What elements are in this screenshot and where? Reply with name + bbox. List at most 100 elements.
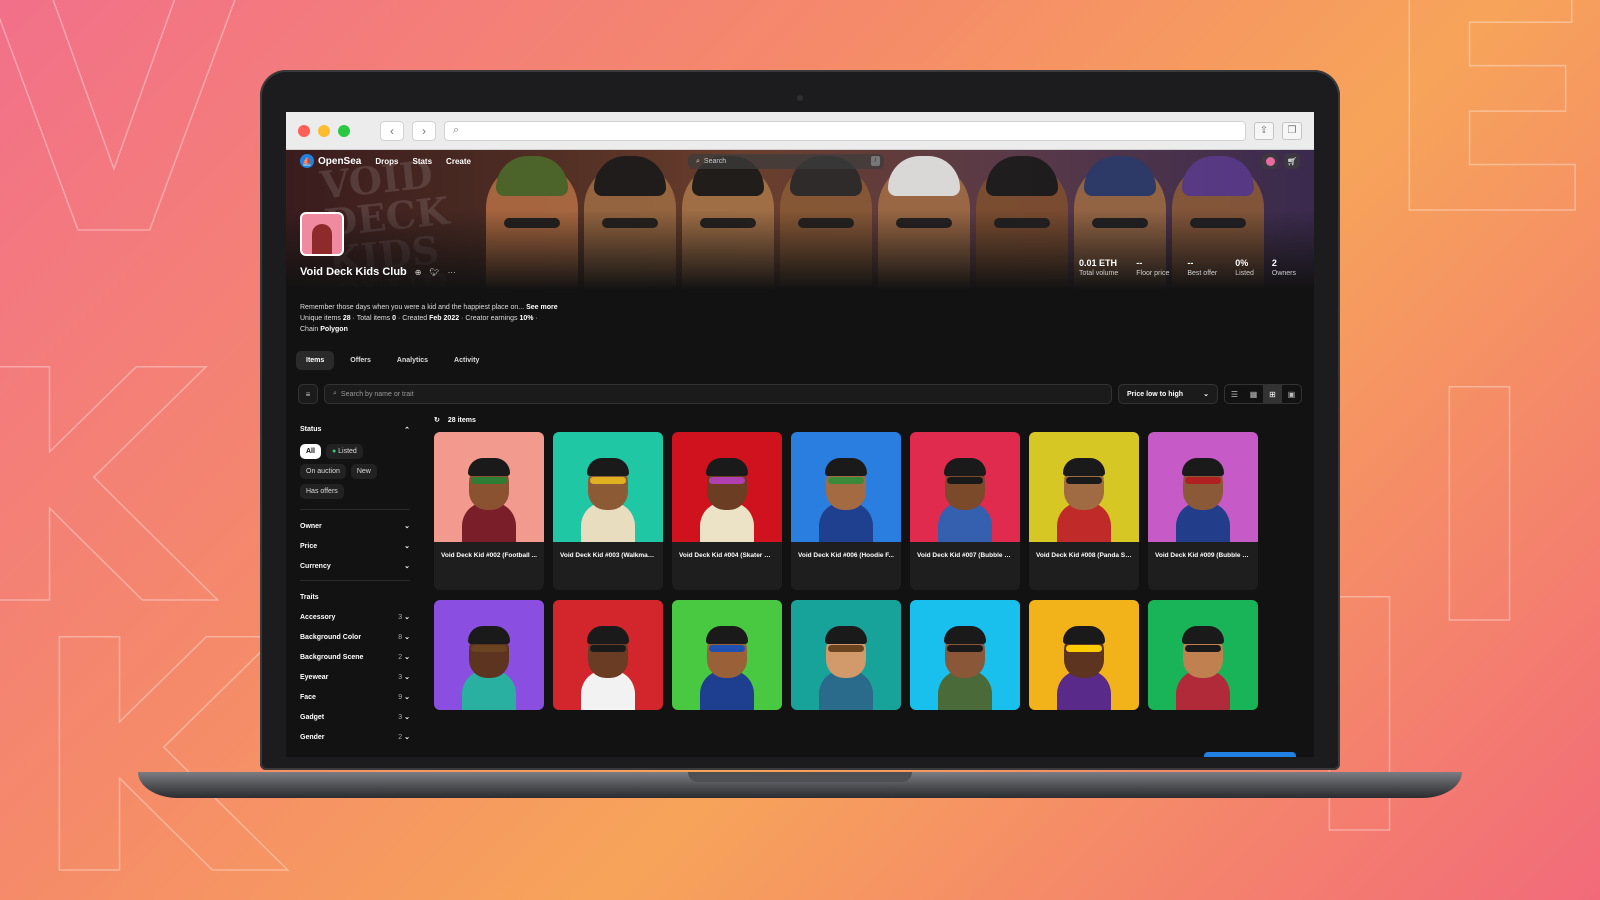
minimize-window-button[interactable] <box>318 124 330 137</box>
nft-card[interactable] <box>1148 600 1258 710</box>
laptop-camera <box>797 95 803 101</box>
nav-link-drops[interactable]: Drops <box>375 157 398 166</box>
nft-card[interactable] <box>791 600 901 710</box>
trait-search-placeholder: Search by name or trait <box>340 390 414 398</box>
nft-name: Void Deck Kid #007 (Bubble G... <box>917 552 1015 559</box>
tab-offers[interactable]: Offers <box>340 351 381 370</box>
nft-card[interactable] <box>1029 600 1139 710</box>
nft-card[interactable] <box>553 600 663 710</box>
nft-image <box>553 432 663 542</box>
nft-card[interactable] <box>910 600 1020 710</box>
status-chip-all[interactable]: All <box>300 444 321 459</box>
status-chip-has-offers[interactable]: Has offers <box>300 484 344 499</box>
forward-button[interactable]: › <box>412 120 436 141</box>
status-filter-header[interactable]: Status ⌃ <box>300 426 410 434</box>
trait-background-color[interactable]: Background Color 8 ⌄ <box>300 627 410 647</box>
listed-dot-icon: ● <box>331 448 337 455</box>
nft-card[interactable] <box>434 600 544 710</box>
global-search-input[interactable]: ⌕ Search / <box>688 154 884 169</box>
tab-items[interactable]: Items <box>296 351 335 370</box>
chevron-down-icon: ⌄ <box>404 634 410 641</box>
search-icon: ⌕ <box>696 157 700 165</box>
sort-dropdown[interactable]: Price low to high ⌄ <box>1118 384 1218 404</box>
filter-sidebar: Status ⌃ All ● Listed On auction New Has … <box>286 416 418 747</box>
maximize-window-button[interactable] <box>338 124 350 137</box>
chevron-down-icon: ⌄ <box>404 654 410 661</box>
nft-name: Void Deck Kid #009 (Bubble G... <box>1155 552 1253 559</box>
grid-small-view-icon[interactable]: ▦ <box>1244 385 1263 403</box>
collection-banner: VOIDDECKKIDSCLUB ⛵ OpenSea Drops Stats C… <box>286 150 1314 290</box>
trait-eyewear[interactable]: Eyewear 3 ⌄ <box>300 667 410 687</box>
grid-medium-view-icon[interactable]: ⊞ <box>1263 385 1282 403</box>
filter-toggle-button[interactable]: ≡ <box>298 384 318 404</box>
share-icon: ⇪ <box>1259 125 1269 136</box>
tabs-icon: ❐ <box>1287 125 1297 136</box>
sort-value: Price low to high <box>1127 390 1184 398</box>
nft-name: Void Deck Kid #002 (Football ... <box>441 552 537 559</box>
globe-icon[interactable]: ⊕ <box>415 268 422 277</box>
close-window-button[interactable] <box>298 124 310 137</box>
nav-link-create[interactable]: Create <box>446 157 471 166</box>
results-count: ↻ 28 items <box>434 416 476 425</box>
grid-large-view-icon[interactable]: ▣ <box>1282 385 1301 403</box>
nft-card[interactable]: Void Deck Kid #003 (Walkman ... <box>553 432 663 590</box>
nft-card[interactable]: Void Deck Kid #008 (Panda Sk... <box>1029 432 1139 590</box>
see-more-link[interactable]: See more <box>526 304 558 311</box>
brand-name: OpenSea <box>318 155 362 167</box>
nft-card[interactable]: Void Deck Kid #006 (Hoodie F... <box>791 432 901 590</box>
nft-card[interactable]: Void Deck Kid #009 (Bubble G... <box>1148 432 1258 590</box>
traits-header: Traits <box>300 593 319 601</box>
laptop-notch <box>688 772 912 782</box>
filter-owner[interactable]: Owner ⌄ <box>300 516 410 536</box>
nft-card[interactable]: Void Deck Kid #007 (Bubble G... <box>910 432 1020 590</box>
stat-total-volume: 0.01 ETH Total volume <box>1078 258 1119 277</box>
opensea-logo[interactable]: ⛵ OpenSea <box>300 154 361 168</box>
bottom-action-button[interactable] <box>1204 752 1296 757</box>
nav-link-stats[interactable]: Stats <box>412 157 432 166</box>
stat-owners: 2 Owners <box>1271 258 1296 277</box>
browser-chrome: ‹ › ⌕ ⇪ ❐ <box>286 112 1314 150</box>
trait-accessory[interactable]: Accessory 3 ⌄ <box>300 607 410 627</box>
chevron-down-icon: ⌄ <box>404 714 410 721</box>
address-bar[interactable]: ⌕ <box>444 120 1246 141</box>
nft-image <box>553 600 663 710</box>
filter-currency[interactable]: Currency ⌄ <box>300 556 410 576</box>
trait-background-scene[interactable]: Background Scene 2 ⌄ <box>300 647 410 667</box>
nft-image <box>791 432 901 542</box>
trait-gender[interactable]: Gender 2 ⌄ <box>300 727 410 747</box>
filter-price[interactable]: Price ⌄ <box>300 536 410 556</box>
chevron-down-icon: ⌄ <box>404 734 410 741</box>
status-chip-on-auction[interactable]: On auction <box>300 464 346 479</box>
list-view-icon[interactable]: ☰ <box>1225 385 1244 403</box>
more-options-icon[interactable]: ··· <box>448 268 456 277</box>
tab-analytics[interactable]: Analytics <box>387 351 438 370</box>
nft-image <box>910 432 1020 542</box>
nft-image <box>1029 600 1139 710</box>
trait-search-input[interactable]: ⌕ Search by name or trait <box>324 384 1112 404</box>
collection-stats: 0.01 ETH Total volume -- Floor price -- Bes… <box>1079 258 1296 277</box>
share-button[interactable]: ⇪ <box>1254 121 1274 140</box>
collection-avatar <box>300 212 344 256</box>
refresh-icon[interactable]: ↻ <box>434 416 440 424</box>
chevron-down-icon: ⌄ <box>404 543 410 550</box>
back-button[interactable]: ‹ <box>380 120 404 141</box>
items-content: Status ⌃ All ● Listed On auction New Has … <box>286 416 1314 747</box>
nft-card[interactable] <box>672 600 782 710</box>
profile-button[interactable] <box>1262 153 1278 169</box>
tab-activity[interactable]: Activity <box>444 351 489 370</box>
chevron-down-icon: ⌄ <box>1203 391 1209 398</box>
status-chip-new[interactable]: New <box>350 464 377 479</box>
chevron-up-icon: ⌃ <box>404 427 410 434</box>
nft-card[interactable]: Void Deck Kid #002 (Football ... <box>434 432 544 590</box>
trait-gadget[interactable]: Gadget 3 ⌄ <box>300 707 410 727</box>
collection-tabs: Items Offers Analytics Activity <box>296 351 1314 370</box>
status-chip-listed[interactable]: ● Listed <box>325 444 363 459</box>
trait-face[interactable]: Face 9 ⌄ <box>300 687 410 707</box>
twitter-icon[interactable]: 🐦︎ <box>429 268 439 277</box>
tabs-button[interactable]: ❐ <box>1282 121 1302 140</box>
collection-description: Remember those days when you were a kid … <box>300 304 558 311</box>
cart-button[interactable]: 🛒︎ <box>1284 153 1300 169</box>
nft-card[interactable]: Void Deck Kid #004 (Skater Kid) <box>672 432 782 590</box>
nft-name: Void Deck Kid #006 (Hoodie F... <box>798 552 894 559</box>
stat-listed: 0% Listed <box>1235 258 1254 277</box>
